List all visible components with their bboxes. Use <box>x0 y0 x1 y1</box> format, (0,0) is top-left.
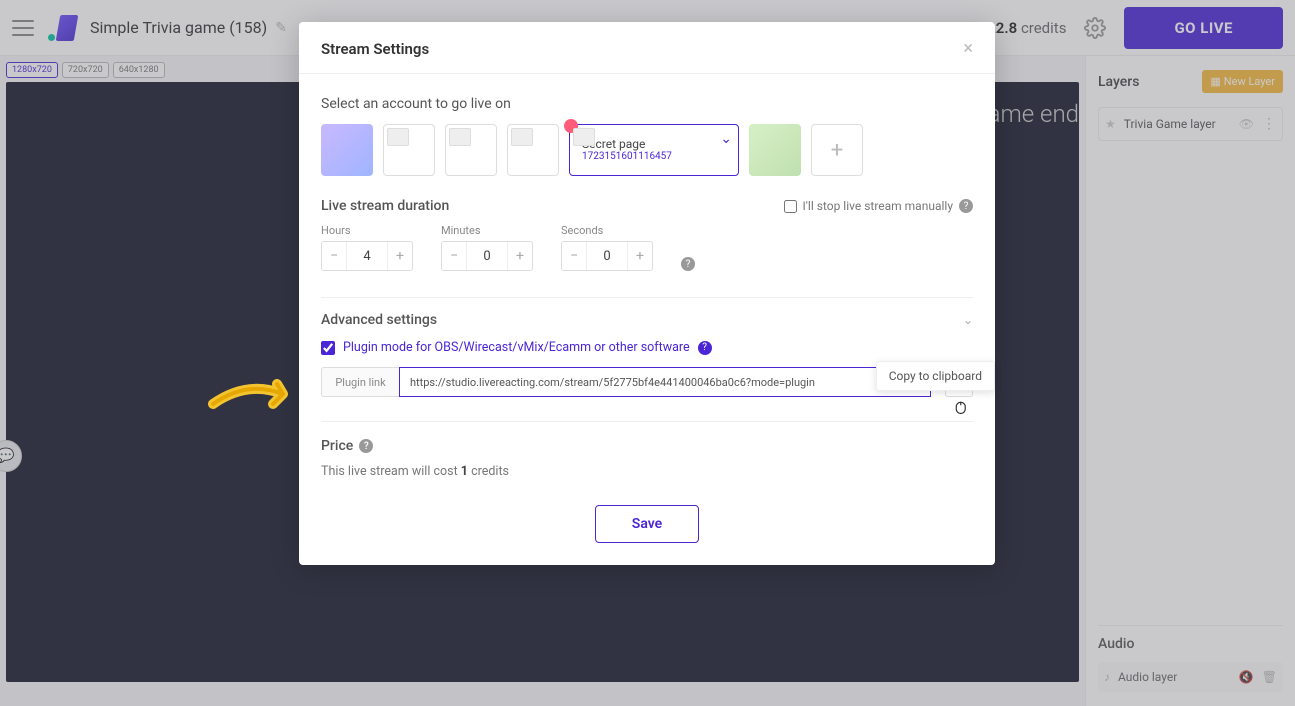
close-icon[interactable]: × <box>963 38 973 59</box>
plugin-mode-label[interactable]: Plugin mode for OBS/Wirecast/vMix/Ecamm … <box>343 340 690 355</box>
account-option-5[interactable] <box>749 124 801 176</box>
chevron-down-icon: ⌄ <box>963 313 973 327</box>
seconds-stepper: − + <box>561 241 653 271</box>
plugin-link-input[interactable] <box>399 367 931 397</box>
minutes-stepper: − + <box>441 241 533 271</box>
hours-input[interactable] <box>346 242 388 270</box>
price-amount: 1 <box>461 464 468 479</box>
price-label: Price <box>321 438 353 454</box>
modal-title: Stream Settings <box>321 40 429 58</box>
manual-stop-label: I'll stop live stream manually <box>803 199 953 213</box>
duration-label: Live stream duration <box>321 198 449 214</box>
plugin-help-icon[interactable]: ? <box>698 341 712 355</box>
advanced-settings-toggle[interactable]: Advanced settings ⌄ <box>321 312 973 328</box>
minutes-increment[interactable]: + <box>508 242 532 270</box>
account-option-0[interactable] <box>321 124 373 176</box>
hours-caption: Hours <box>321 224 413 237</box>
price-suffix: credits <box>468 464 509 479</box>
plugin-mode-checkbox[interactable] <box>321 341 335 355</box>
seconds-decrement[interactable]: − <box>562 242 586 270</box>
manual-stop-option[interactable]: I'll stop live stream manually ? <box>784 199 973 213</box>
seconds-input[interactable] <box>586 242 628 270</box>
account-option-selected[interactable]: Secret page1723151601116457 ⌄ <box>569 124 739 176</box>
save-button[interactable]: Save <box>595 505 699 543</box>
price-prefix: This live stream will cost <box>321 464 461 479</box>
hours-decrement[interactable]: − <box>322 242 346 270</box>
plugin-link-label: Plugin link <box>321 367 399 397</box>
manual-stop-checkbox[interactable] <box>784 200 797 213</box>
advanced-label: Advanced settings <box>321 312 437 328</box>
select-account-label: Select an account to go live on <box>321 96 973 112</box>
account-option-1[interactable] <box>383 124 435 176</box>
account-thumb <box>573 128 595 146</box>
seconds-increment[interactable]: + <box>628 242 652 270</box>
price-help-icon[interactable]: ? <box>359 439 373 453</box>
account-list: Secret page1723151601116457 ⌄ + <box>321 124 973 176</box>
account-id: 1723151601116457 <box>582 151 672 163</box>
account-option-3[interactable] <box>507 124 559 176</box>
hours-stepper: − + <box>321 241 413 271</box>
add-account-button[interactable]: + <box>811 124 863 176</box>
chevron-down-icon[interactable]: ⌄ <box>720 131 732 147</box>
account-name: Secret page <box>582 137 672 151</box>
help-icon[interactable]: ? <box>959 199 973 213</box>
minutes-decrement[interactable]: − <box>442 242 466 270</box>
duration-help-icon[interactable]: ? <box>681 257 695 271</box>
hours-increment[interactable]: + <box>388 242 412 270</box>
minutes-caption: Minutes <box>441 224 533 237</box>
price-line: This live stream will cost 1 credits <box>321 464 973 479</box>
account-option-2[interactable] <box>445 124 497 176</box>
seconds-caption: Seconds <box>561 224 653 237</box>
copy-tooltip: Copy to clipboard <box>876 361 995 391</box>
minutes-input[interactable] <box>466 242 508 270</box>
stream-settings-modal: Stream Settings × Select an account to g… <box>299 22 995 565</box>
